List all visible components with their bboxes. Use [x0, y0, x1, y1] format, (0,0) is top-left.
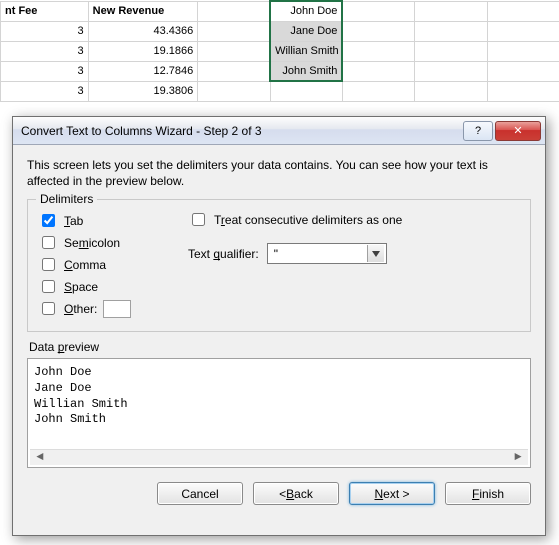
delimiters-group-label: Delimiters: [36, 192, 97, 206]
back-button[interactable]: < Back: [253, 482, 339, 505]
help-icon: ?: [475, 125, 481, 137]
data-preview-box: John Doe Jane Doe Willian Smith John Smi…: [27, 358, 531, 468]
scroll-left-icon[interactable]: ◄: [32, 451, 48, 465]
cell-fee[interactable]: 3: [1, 61, 89, 81]
treat-consecutive-label: Treat consecutive delimiters as one: [214, 213, 402, 227]
text-to-columns-dialog: Convert Text to Columns Wizard - Step 2 …: [12, 116, 546, 536]
semicolon-checkbox-row[interactable]: Semicolon: [38, 233, 168, 252]
dialog-titlebar[interactable]: Convert Text to Columns Wizard - Step 2 …: [13, 117, 545, 145]
cell[interactable]: [415, 41, 487, 61]
preview-line: Willian Smith: [34, 397, 524, 413]
cell[interactable]: [415, 1, 487, 21]
cell[interactable]: [487, 1, 559, 21]
space-label: Space: [64, 280, 98, 294]
cell-name[interactable]: John Smith: [270, 61, 342, 81]
tab-checkbox-row[interactable]: Tab: [38, 211, 168, 230]
semicolon-label: Semicolon: [64, 236, 120, 250]
cell[interactable]: [198, 41, 270, 61]
cell-name[interactable]: John Doe: [270, 1, 342, 21]
help-button[interactable]: ?: [463, 121, 493, 141]
comma-checkbox-row[interactable]: Comma: [38, 255, 168, 274]
chevron-down-icon: [367, 245, 384, 262]
delimiters-group: Delimiters Tab Semicolon Comma: [27, 199, 531, 332]
cell[interactable]: [198, 61, 270, 81]
preview-line: John Doe: [34, 365, 524, 381]
next-button[interactable]: Next >: [349, 482, 435, 505]
cell-revenue[interactable]: 12.7846: [88, 61, 198, 81]
close-icon: ✕: [513, 124, 522, 137]
dialog-title: Convert Text to Columns Wizard - Step 2 …: [21, 124, 463, 138]
cell[interactable]: [198, 81, 270, 101]
cell[interactable]: [415, 61, 487, 81]
space-checkbox-row[interactable]: Space: [38, 277, 168, 296]
other-checkbox-row[interactable]: Other:: [38, 299, 168, 318]
cell-fee[interactable]: 3: [1, 41, 89, 61]
dialog-intro: This screen lets you set the delimiters …: [27, 157, 531, 189]
scroll-right-icon[interactable]: ►: [510, 451, 526, 465]
text-qualifier-select[interactable]: ": [267, 243, 387, 264]
preview-line: Jane Doe: [34, 381, 524, 397]
cell[interactable]: [342, 81, 414, 101]
space-checkbox[interactable]: [42, 280, 55, 293]
cell[interactable]: [342, 61, 414, 81]
data-preview-label: Data preview: [29, 340, 531, 354]
column-header-fee[interactable]: nt Fee: [1, 1, 89, 21]
cell[interactable]: [487, 61, 559, 81]
semicolon-checkbox[interactable]: [42, 236, 55, 249]
cell-revenue[interactable]: 19.1866: [88, 41, 198, 61]
cell-revenue[interactable]: 43.4366: [88, 21, 198, 41]
preview-line: John Smith: [34, 412, 524, 428]
finish-button[interactable]: Finish: [445, 482, 531, 505]
comma-checkbox[interactable]: [42, 258, 55, 271]
cell[interactable]: [342, 21, 414, 41]
cell-name[interactable]: Willian Smith: [270, 41, 342, 61]
text-qualifier-value: ": [274, 247, 278, 261]
cell[interactable]: [342, 41, 414, 61]
other-delimiter-input[interactable]: [103, 300, 131, 318]
treat-consecutive-row[interactable]: Treat consecutive delimiters as one: [188, 210, 520, 229]
preview-scrollbar[interactable]: ◄ ►: [30, 449, 528, 465]
cell[interactable]: [487, 21, 559, 41]
cancel-button[interactable]: Cancel: [157, 482, 243, 505]
cell-fee[interactable]: 3: [1, 21, 89, 41]
spreadsheet-grid: nt Fee New Revenue John Doe 3 43.4366 Ja…: [0, 0, 559, 102]
cell[interactable]: [487, 81, 559, 101]
tab-label: ab: [70, 214, 83, 228]
cell[interactable]: [198, 21, 270, 41]
other-label: Other:: [64, 302, 97, 316]
cell[interactable]: [270, 81, 342, 101]
treat-consecutive-checkbox[interactable]: [192, 213, 205, 226]
cell[interactable]: [198, 1, 270, 21]
tab-checkbox[interactable]: [42, 214, 55, 227]
cell-name[interactable]: Jane Doe: [270, 21, 342, 41]
cell[interactable]: [415, 21, 487, 41]
other-checkbox[interactable]: [42, 302, 55, 315]
cell[interactable]: [415, 81, 487, 101]
close-button[interactable]: ✕: [495, 121, 541, 141]
comma-label: Comma: [64, 258, 106, 272]
cell-revenue[interactable]: 19.3806: [88, 81, 198, 101]
cell[interactable]: [342, 1, 414, 21]
text-qualifier-label: Text qualifier:: [188, 247, 259, 261]
cell[interactable]: [487, 41, 559, 61]
cell-fee[interactable]: 3: [1, 81, 89, 101]
column-header-revenue[interactable]: New Revenue: [88, 1, 198, 21]
